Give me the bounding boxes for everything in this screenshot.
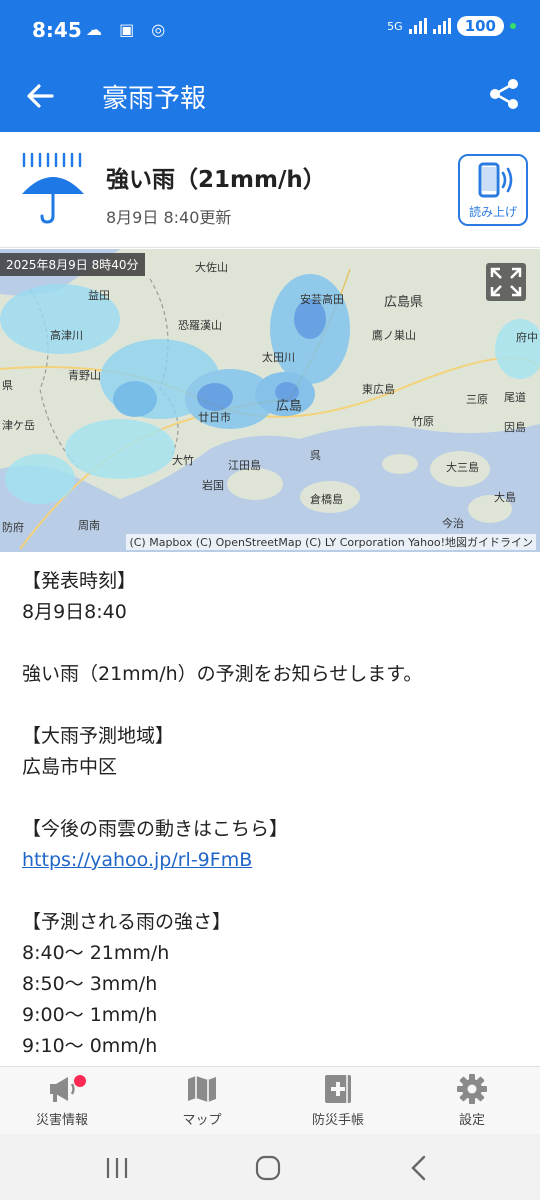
map-place: 因島 [504, 421, 526, 434]
map-place: 防府 [2, 521, 24, 534]
network-type: 5G [387, 19, 403, 33]
nav-map[interactable]: マップ [152, 1073, 252, 1128]
map-place: 青野山 [68, 369, 101, 382]
nav-label: 災害情報 [35, 1113, 88, 1128]
nav-label: マップ [182, 1113, 222, 1128]
map-timestamp: 2025年8月9日 8時40分 [0, 253, 145, 276]
read-aloud-label: 読み上げ [468, 205, 517, 219]
map-place: 大三島 [446, 461, 479, 474]
map-place: 倉橋島 [310, 493, 343, 506]
rain-intensity-row: 9:10〜 0mm/h [22, 1035, 158, 1057]
cell-signal-icon [432, 18, 451, 34]
read-aloud-button[interactable]: 読み上げ [458, 154, 528, 226]
map-place: 益田 [88, 289, 110, 302]
updated-time: 8月9日 8:40更新 [106, 208, 232, 227]
battery-indicator: 100 [456, 16, 504, 36]
fullscreen-icon[interactable] [486, 263, 526, 301]
map-place: 廿日市 [198, 411, 231, 424]
map-place: 津ケ岳 [2, 419, 35, 432]
section-heading: 【大雨予測地域】 [22, 725, 175, 747]
map-credit: (C) Mapbox (C) OpenStreetMap (C) LY Corp… [126, 534, 536, 550]
nav-label: 防災手帳 [311, 1113, 364, 1128]
nav-disaster-handbook[interactable]: 防災手帳 [288, 1073, 388, 1128]
rain-intensity-row: 8:40〜 21mm/h [22, 942, 170, 964]
page-title: 豪雨予報 [102, 84, 207, 114]
rain-cloud-link[interactable]: https://yahoo.jp/rl-9FmB [22, 849, 252, 871]
map-place: 呉 [310, 449, 321, 462]
rain-intensity-row: 9:00〜 1mm/h [22, 1004, 158, 1026]
map-place: 岩国 [202, 479, 224, 492]
first-aid-book-icon [325, 1075, 351, 1103]
map-place: 竹原 [412, 415, 434, 428]
nav-disaster-info[interactable]: 災害情報 [12, 1073, 112, 1128]
map-place: 大島 [494, 491, 516, 504]
phone-speaker-icon [478, 162, 513, 198]
nav-settings[interactable]: 設定 [422, 1073, 522, 1128]
map-place: 安芸高田 [300, 293, 344, 306]
rain-intensity-row: 8:50〜 3mm/h [22, 973, 158, 995]
map-place: 高津川 [50, 329, 83, 342]
section-heading: 【今後の雨雲の動きはこちら】 [22, 818, 289, 840]
wifi-signal-icon [408, 18, 427, 34]
privacy-dot-icon [510, 23, 516, 29]
issued-time: 8月9日8:40 [22, 601, 127, 623]
alert-message: 強い雨（21mm/h）の予測をお知らせします。 [22, 663, 423, 685]
section-heading: 【予測される雨の強さ】 [22, 911, 232, 933]
status-notification-icons: ☁ ▣ ◎ [86, 20, 172, 39]
map-icon [188, 1076, 216, 1102]
home-icon[interactable] [254, 1154, 282, 1182]
forecast-area: 広島市中区 [22, 756, 118, 778]
recent-apps-icon[interactable] [104, 1156, 130, 1180]
status-right-icons: 5G 100 [387, 16, 516, 36]
status-time: 8:45 [32, 18, 82, 42]
share-icon[interactable] [486, 76, 522, 112]
gear-icon [457, 1074, 487, 1104]
map-place: 広島 [276, 399, 303, 414]
map-place: 恐羅漢山 [178, 319, 222, 332]
map-place: 今治 [442, 517, 464, 530]
alert-title: 強い雨（21mm/h） [106, 167, 326, 193]
map-place: 太田川 [262, 351, 295, 364]
map-place: 大竹 [172, 454, 194, 467]
map-place: 大佐山 [195, 261, 228, 274]
map-place: 尾道 [504, 391, 526, 404]
map-place: 周南 [78, 519, 100, 532]
nav-label: 設定 [458, 1113, 485, 1128]
map-place: 江田島 [228, 459, 261, 472]
map-place: 三原 [466, 393, 488, 406]
notification-badge [74, 1075, 86, 1087]
back-nav-icon[interactable] [406, 1154, 432, 1182]
status-bar: 8:45 ☁ ▣ ◎ 5G 100 [0, 0, 540, 64]
map-place: 県 [2, 379, 13, 392]
map-place: 鷹ノ巣山 [372, 329, 416, 342]
map-place: 広島県 [384, 295, 424, 310]
map-place: 府中 [516, 331, 538, 344]
bottom-navigation: 災害情報 マップ 防災手帳 設定 [0, 1066, 540, 1134]
app-bar: 豪雨予報 [0, 64, 540, 132]
map-place: 東広島 [362, 383, 395, 396]
system-navigation-bar [0, 1134, 540, 1200]
alert-header: 強い雨（21mm/h） 8月9日 8:40更新 読み上げ [0, 132, 540, 248]
umbrella-rain-icon [22, 152, 84, 224]
alert-body: 【発表時刻】 8月9日8:40 強い雨（21mm/h）の予測をお知らせします。 … [22, 566, 522, 1062]
section-heading: 【発表時刻】 [22, 570, 137, 592]
map-base [0, 249, 540, 552]
rain-radar-map[interactable]: 2025年8月9日 8時40分 大佐山 益田 広島県 安芸高田 恐羅漢山 高津川… [0, 249, 540, 552]
arrow-left-icon[interactable] [22, 78, 58, 114]
